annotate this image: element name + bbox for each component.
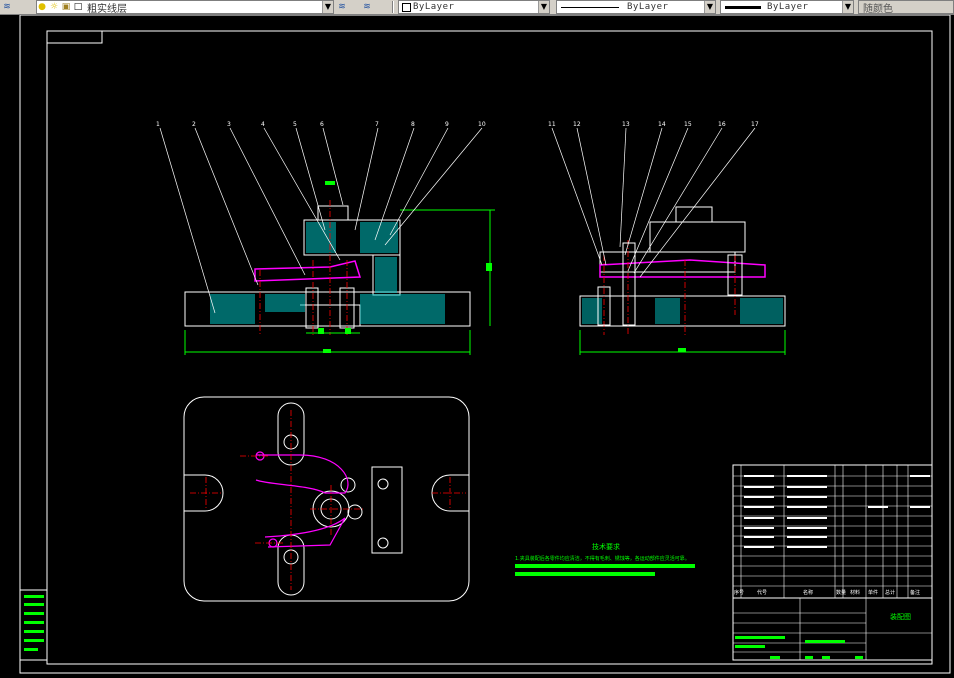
balloon-label: 10 xyxy=(478,121,486,128)
layer-current-icon: ≋ xyxy=(338,2,346,12)
sun-freeze-icon: ☼ xyxy=(49,2,59,12)
properties-toolbar: ≋ ● ☼ ▣ □ 粗实线层 ▼ ≋ ≋ ByLayer ▼ ByLayer ▼… xyxy=(0,0,954,15)
tech-text: 1.夹具装配后各零件均应清洁，不得有毛刺、锈蚀等，各运动部件应灵活可靠。 xyxy=(515,555,690,562)
bill-of-materials: 序号 代号 名称 数量 材料 单件 总计 备注 xyxy=(732,464,933,599)
bom-header-cell: 材料 xyxy=(850,589,860,596)
drawing-frame xyxy=(19,15,951,674)
lock-icon: ▣ xyxy=(61,2,71,12)
bom-header-cell: 总计 xyxy=(885,589,895,596)
make-object-layer-current-button[interactable]: ≋ xyxy=(337,0,349,14)
balloon-label: 16 xyxy=(718,121,726,128)
top-view xyxy=(183,396,470,602)
balloon-label: 2 xyxy=(192,121,196,128)
balloon-label: 4 xyxy=(261,121,265,128)
color-control-dropdown[interactable]: ByLayer ▼ xyxy=(398,0,550,14)
balloon-label: 17 xyxy=(751,121,759,128)
linetype-preview-icon xyxy=(561,6,619,8)
linetype-control-dropdown[interactable]: ByLayer ▼ xyxy=(556,0,716,14)
lineweight-control-dropdown[interactable]: ByLayer ▼ xyxy=(720,0,854,14)
layer-name-text: 粗实线层 xyxy=(87,3,127,14)
chevron-down-icon[interactable]: ▼ xyxy=(704,1,715,13)
plotstyle-control-dropdown[interactable]: 随颜色 xyxy=(858,0,954,14)
color-swatch-icon xyxy=(402,2,411,12)
balloon-label: 5 xyxy=(293,121,297,128)
chevron-down-icon[interactable]: ▼ xyxy=(322,1,333,13)
balloon-label: 6 xyxy=(320,121,324,128)
balloon-label: 14 xyxy=(658,121,666,128)
balloon-label: 1 xyxy=(156,121,160,128)
linetype-value-text: ByLayer xyxy=(627,2,669,12)
front-view: 1 2 3 4 5 6 7 8 9 10 xyxy=(156,121,495,355)
balloon-label: 8 xyxy=(411,121,415,128)
bom-header-cell: 序号 xyxy=(734,589,744,596)
workpiece-outline xyxy=(254,260,362,282)
layer-previous-button[interactable]: ≋ xyxy=(362,0,374,14)
bom-header-cell: 名称 xyxy=(803,589,813,596)
balloon-label: 3 xyxy=(227,121,231,128)
layer-previous-icon: ≋ xyxy=(363,2,371,12)
technical-requirements: 技术要求 1.夹具装配后各零件均应清洁，不得有毛刺、锈蚀等，各运动部件应灵活可靠… xyxy=(515,542,695,576)
balloon-label: 9 xyxy=(445,121,449,128)
dimension-lines xyxy=(184,209,495,355)
hatch-section xyxy=(210,222,445,324)
side-view: 11 12 13 14 15 16 17 xyxy=(548,121,786,355)
plotstyle-value-text: 随颜色 xyxy=(863,3,893,14)
bom-header-cell: 备注 xyxy=(910,589,920,596)
chevron-down-icon[interactable]: ▼ xyxy=(538,1,549,13)
layers-stack-icon: ≋ xyxy=(3,2,11,12)
lineweight-value-text: ByLayer xyxy=(767,2,809,12)
color-value-text: ByLayer xyxy=(413,2,455,12)
toolbar-separator xyxy=(392,1,394,13)
layer-manager-button[interactable]: ≋ xyxy=(2,0,14,14)
balloon-label: 11 xyxy=(548,121,556,128)
balloon-label: 12 xyxy=(573,121,581,128)
drawing-canvas[interactable]: 1 2 3 4 5 6 7 8 9 10 11 12 13 14 15 16 1… xyxy=(0,15,954,678)
bom-header-cell: 单件 xyxy=(868,589,878,596)
lightbulb-icon: ● xyxy=(38,2,46,12)
chevron-down-icon[interactable]: ▼ xyxy=(842,1,853,13)
balloon-label: 7 xyxy=(375,121,379,128)
color-swatch-icon: □ xyxy=(73,2,83,12)
balloon-label: 15 xyxy=(684,121,692,128)
title-block: 装配图 xyxy=(732,597,933,661)
tech-title: 技术要求 xyxy=(592,542,620,551)
bom-header-cell: 代号 xyxy=(757,589,767,596)
title-block-name: 装配图 xyxy=(890,612,911,621)
left-revision-table xyxy=(19,589,48,661)
bom-header-cell: 数量 xyxy=(836,589,846,596)
layer-dropdown[interactable]: ● ☼ ▣ □ 粗实线层 ▼ xyxy=(36,0,334,14)
balloon-label: 13 xyxy=(622,121,630,128)
lineweight-preview-icon xyxy=(725,5,761,9)
